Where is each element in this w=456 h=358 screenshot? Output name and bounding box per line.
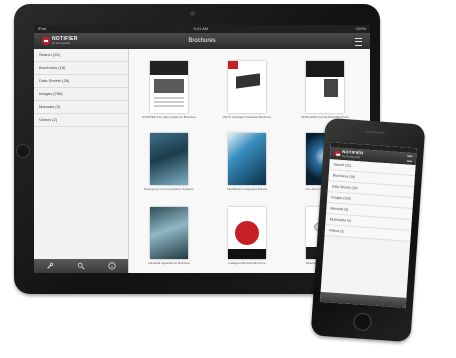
document-thumbnail	[150, 61, 188, 113]
search-icon[interactable]	[77, 262, 85, 270]
document-thumbnail	[228, 133, 266, 185]
info-icon[interactable]	[108, 262, 116, 270]
sidebar: Search (25) Brochures (18) Data Sheets (…	[34, 49, 129, 273]
document-item[interactable]: Industrial Applications Brochure	[133, 207, 205, 265]
document-item[interactable]: FireWarden Integrated Panels	[211, 133, 283, 191]
sidebar-item-images[interactable]: Images (256)	[34, 88, 128, 101]
document-caption: FireWarden Integrated Panels	[227, 187, 267, 191]
document-item[interactable]: Intelligent Devices Brochure	[211, 207, 283, 265]
speaker-icon	[364, 130, 385, 134]
navigation-bar: NOTIFIER by Honeywell Brochures	[34, 33, 370, 49]
document-caption: ONYX Intelligent Detection Brochure	[222, 115, 272, 119]
sidebar-item-brochures[interactable]: Brochures (18)	[34, 62, 128, 75]
document-caption: Intelligent Devices Brochure	[228, 261, 266, 265]
brand-logo: NOTIFIER by Honeywell	[334, 149, 364, 159]
status-carrier: iPad	[38, 26, 47, 31]
phone-bottom-toolbar	[319, 291, 407, 308]
document-thumbnail	[228, 207, 266, 259]
home-button[interactable]	[352, 312, 373, 332]
document-caption: Emergency Communication Systems	[144, 187, 194, 191]
document-item[interactable]: Emergency Communication Systems	[133, 133, 205, 191]
document-thumbnail	[150, 207, 188, 259]
document-item[interactable]: ONYX Intelligent Detection Brochure	[211, 61, 283, 119]
phone-screen: NOTIFIER by Honeywell Search (25) Brochu…	[319, 142, 417, 308]
wrench-icon[interactable]	[46, 262, 54, 270]
logo-icon	[334, 150, 341, 157]
sidebar-item-videos[interactable]: Videos (2)	[34, 114, 128, 127]
document-caption: Industrial Applications Brochure	[147, 261, 191, 265]
menu-icon[interactable]	[355, 38, 362, 46]
document-caption: NFS2-3030 Control Panel Brochure	[301, 115, 349, 119]
status-battery: 100%	[355, 26, 366, 31]
document-thumbnail	[228, 61, 266, 113]
bottom-toolbar	[34, 259, 128, 273]
brand-sub: by Honeywell	[52, 41, 70, 45]
home-button[interactable]	[16, 144, 30, 158]
document-thumbnail	[150, 133, 188, 185]
page-title: Brochures	[188, 38, 216, 44]
camera-icon	[190, 11, 195, 16]
brand-sub: by Honeywell	[341, 154, 361, 160]
logo-icon	[42, 37, 50, 45]
status-bar: iPad 9:41 AM 100%	[34, 25, 370, 33]
iphone-device: NOTIFIER by Honeywell Search (25) Brochu…	[310, 117, 456, 345]
document-item[interactable]: NFS2-3030 Control Panel Brochure	[289, 61, 361, 119]
menu-icon[interactable]	[406, 155, 413, 162]
status-time: 9:41 AM	[193, 26, 209, 31]
document-caption: NOTIFIER Fire Alarm Systems Brochure	[142, 115, 196, 119]
sidebar-item-data-sheets[interactable]: Data Sheets (28)	[34, 75, 128, 88]
document-item[interactable]: NOTIFIER Fire Alarm Systems Brochure	[133, 61, 205, 119]
sidebar-item-manuals[interactable]: Manuals (3)	[34, 101, 128, 114]
sidebar-item-search[interactable]: Search (25)	[34, 49, 128, 62]
document-thumbnail	[306, 61, 344, 113]
brand-logo: NOTIFIER by Honeywell	[42, 37, 78, 45]
